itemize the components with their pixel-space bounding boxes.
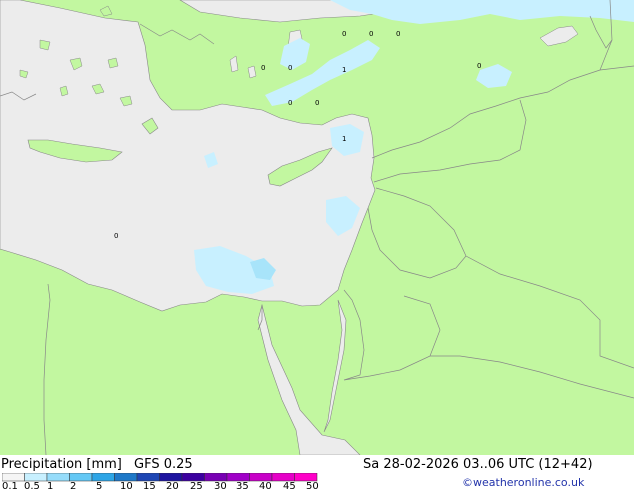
scale-tick-label: 5 [96,481,103,492]
model-name: GFS 0.25 [134,457,193,472]
scale-cell [159,473,183,482]
scale-tick-label: 15 [143,481,156,492]
credit-link[interactable]: ©weatheronline.co.uk [462,476,584,490]
scale-cell [2,473,25,482]
scale-tick-label: 35 [236,481,249,492]
value-label: 0 [288,99,292,107]
value-label: 0 [342,30,346,38]
value-label: 1 [342,135,346,143]
product-title: Precipitation [mm] GFS 0.25 [1,458,193,472]
scale-tick-label: 0.1 [2,481,18,492]
scale-tick-label: 50 [306,481,319,492]
product-name: Precipitation [mm] [1,457,122,472]
precipitation-map: 0 0 0 0 1 0 0 0 1 0 0 [0,0,634,455]
value-label: 0 [261,64,265,72]
scale-cell [24,473,48,482]
value-label: 0 [369,30,373,38]
scale-cell [226,473,250,482]
scale-cell [69,473,93,482]
scale-tick-label: 1 [47,481,54,492]
scale-cell [136,473,160,482]
scale-tick-label: 2 [70,481,77,492]
value-label: 0 [315,99,319,107]
scale-tick-label: 10 [120,481,133,492]
valid-datetime: Sa 28-02-2026 03..06 UTC (12+42) [363,457,593,472]
value-label: 0 [396,30,400,38]
scale-cell [271,473,295,482]
value-label: 0 [477,62,481,70]
scale-cell [294,473,318,482]
value-label: 1 [342,66,346,74]
scale-cell [91,473,115,482]
scale-tick-label: 25 [190,481,203,492]
scale-tick-label: 45 [283,481,296,492]
scale-cell [249,473,273,482]
scale-tick-label: 20 [166,481,179,492]
scale-cell [204,473,228,482]
value-label: 0 [288,64,292,72]
scale-tick-label: 40 [259,481,272,492]
scale-cell [46,473,70,482]
value-label: 0 [114,232,118,240]
scale-cell [181,473,205,482]
scale-tick-label: 30 [214,481,227,492]
scale-cell [114,473,138,482]
scale-tick-label: 0.5 [24,481,40,492]
